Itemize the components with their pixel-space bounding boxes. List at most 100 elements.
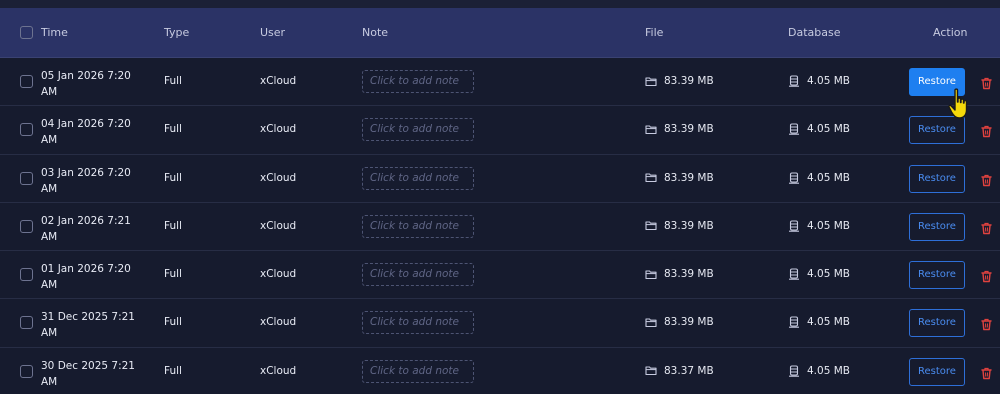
table-body: 05 Jan 2026 7:20 AM Full xCloud Click to…	[0, 58, 1000, 394]
database-icon	[788, 268, 800, 280]
note-field[interactable]: Click to add note	[362, 359, 474, 383]
database-size: 4.05 MB	[788, 75, 850, 87]
select-all-checkbox[interactable]	[20, 26, 33, 39]
database-size-value: 4.05 MB	[807, 171, 850, 184]
backup-type: Full	[164, 219, 182, 232]
row-checkbox[interactable]	[20, 316, 33, 330]
database-icon	[788, 316, 800, 329]
column-header-file[interactable]: File	[645, 8, 663, 58]
trash-icon[interactable]	[981, 220, 992, 239]
backup-time-date: 01 Jan 2026 7:20	[41, 263, 131, 276]
backups-table: Time Type User Note File Database Action…	[0, 8, 1000, 394]
note-field[interactable]: Click to add note	[362, 70, 474, 93]
column-header-note: Note	[362, 26, 389, 39]
database-icon	[788, 365, 800, 377]
backup-time-meridiem: AM	[41, 86, 58, 98]
restore-button[interactable]: Restore	[909, 212, 965, 241]
row-checkbox[interactable]	[20, 219, 33, 233]
table-row: 02 Jan 2026 7:21 AM Full xCloud Click to…	[0, 202, 1000, 252]
database-size: 4.05 MB	[788, 316, 850, 328]
trash-icon[interactable]	[981, 365, 992, 384]
file-size: 83.39 MB	[645, 268, 714, 280]
row-checkbox[interactable]	[20, 268, 33, 282]
top-bar	[0, 0, 1000, 8]
database-size: 4.05 MB	[788, 123, 850, 135]
backup-time-date: 31 Dec 2025 7:21	[41, 311, 135, 324]
file-size-value: 83.39 MB	[664, 268, 714, 281]
folder-icon	[645, 220, 657, 231]
column-header-user[interactable]: User	[260, 8, 285, 58]
backup-time-meridiem: AM	[41, 230, 58, 243]
file-size-value: 83.39 MB	[664, 123, 714, 136]
note-field[interactable]: Click to add note	[362, 166, 474, 190]
file-size-value: 83.39 MB	[664, 316, 714, 329]
note-field[interactable]: Click to add note	[362, 311, 474, 335]
backup-user: xCloud	[260, 123, 297, 136]
table-row: 05 Jan 2026 7:20 AM Full xCloud Click to…	[0, 58, 1000, 107]
note-field[interactable]: Click to add note	[362, 263, 474, 287]
backup-time: 30 Dec 2025 7:21 AM	[41, 358, 151, 390]
file-size-value: 83.39 MB	[664, 75, 714, 87]
trash-icon[interactable]	[981, 268, 992, 287]
column-header-time[interactable]: Time	[41, 8, 68, 58]
backup-time-date: 02 Jan 2026 7:21	[41, 214, 131, 227]
hand-pointer-icon	[948, 88, 974, 126]
backup-user: xCloud	[260, 171, 297, 184]
trash-icon[interactable]	[981, 123, 992, 142]
restore-button[interactable]: Restore	[909, 164, 965, 193]
file-size: 83.39 MB	[645, 75, 714, 87]
backup-time-meridiem: AM	[41, 134, 58, 147]
folder-icon	[645, 76, 657, 87]
database-icon	[788, 123, 800, 136]
backup-user: xCloud	[260, 75, 297, 87]
row-checkbox[interactable]	[20, 171, 33, 185]
row-checkbox[interactable]	[20, 364, 33, 378]
database-size-value: 4.05 MB	[807, 219, 850, 232]
folder-icon	[645, 365, 657, 376]
note-field[interactable]: Click to add note	[362, 214, 474, 238]
database-icon	[788, 172, 800, 184]
trash-icon[interactable]	[981, 316, 992, 335]
folder-icon	[645, 124, 657, 135]
backup-user: xCloud	[260, 219, 297, 232]
database-size-value: 4.05 MB	[807, 123, 850, 136]
file-size-value: 83.37 MB	[664, 364, 714, 377]
backup-time-meridiem: AM	[41, 182, 58, 195]
database-size-value: 4.05 MB	[807, 316, 850, 329]
trash-icon[interactable]	[981, 75, 992, 94]
row-checkbox[interactable]	[20, 123, 33, 137]
backup-type: Full	[164, 268, 182, 281]
folder-icon	[645, 172, 657, 183]
restore-button[interactable]: Restore	[909, 309, 965, 338]
column-header-database[interactable]: Database	[788, 8, 841, 58]
trash-icon[interactable]	[981, 172, 992, 191]
table-row: 01 Jan 2026 7:20 AM Full xCloud Click to…	[0, 251, 1000, 300]
restore-button[interactable]: Restore	[909, 261, 965, 290]
folder-icon	[645, 317, 657, 328]
backup-time: 02 Jan 2026 7:21 AM	[41, 213, 151, 245]
note-field[interactable]: Click to add note	[362, 118, 474, 142]
backup-time-date: 05 Jan 2026 7:20	[41, 70, 131, 82]
database-icon	[788, 220, 800, 232]
database-icon	[788, 75, 800, 87]
row-checkbox[interactable]	[20, 75, 33, 88]
restore-button[interactable]: Restore	[909, 357, 965, 386]
backup-time: 31 Dec 2025 7:21 AM	[41, 309, 151, 341]
database-size: 4.05 MB	[788, 365, 850, 377]
file-size: 83.39 MB	[645, 316, 714, 328]
file-size: 83.39 MB	[645, 172, 714, 184]
database-size-value: 4.05 MB	[807, 75, 850, 87]
backup-time: 03 Jan 2026 7:20 AM	[41, 165, 151, 197]
backup-user: xCloud	[260, 316, 297, 329]
folder-icon	[645, 269, 657, 280]
backup-user: xCloud	[260, 364, 297, 377]
backup-type: Full	[164, 364, 182, 377]
table-row: 03 Jan 2026 7:20 AM Full xCloud Click to…	[0, 154, 1000, 203]
backup-time-date: 04 Jan 2026 7:20	[41, 118, 131, 131]
column-header-type[interactable]: Type	[164, 8, 189, 58]
backup-time: 04 Jan 2026 7:20 AM	[41, 116, 151, 148]
backup-time: 05 Jan 2026 7:20 AM	[41, 68, 151, 100]
backup-type: Full	[164, 75, 182, 87]
database-size: 4.05 MB	[788, 220, 850, 232]
file-size-value: 83.39 MB	[664, 219, 714, 232]
